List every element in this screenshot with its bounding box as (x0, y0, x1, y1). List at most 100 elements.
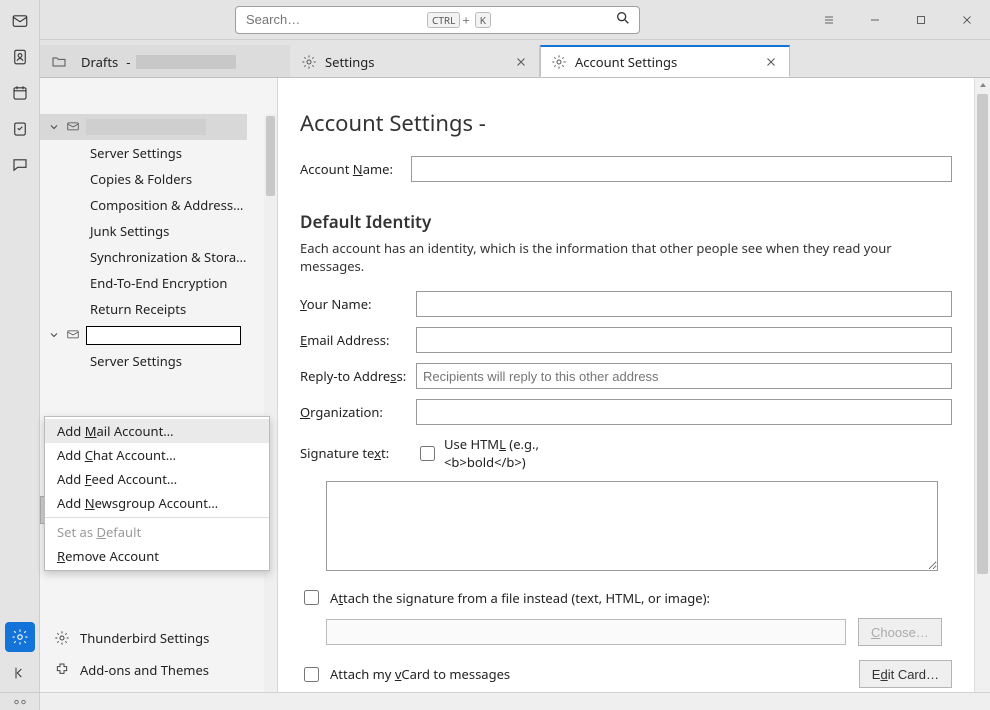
sidebar-item-e2e[interactable]: End-To-End Encryption (40, 270, 247, 296)
account-actions-menu: Add Mail Account…Add Mail Account… Add C… (44, 416, 270, 571)
choose-file-button: Choose… (858, 618, 942, 646)
addons-label: Add-ons and Themes (80, 661, 209, 679)
content-scrollbar[interactable] (974, 78, 990, 692)
tab-account-settings-close[interactable] (763, 54, 779, 70)
calendar-icon (11, 84, 29, 102)
gear-icon (551, 54, 567, 70)
sync-icon (13, 695, 27, 709)
signature-file-input (326, 619, 846, 645)
menu-add-newsgroup-account[interactable]: Add Newsgroup Account…Add Newsgroup Acco… (45, 491, 269, 515)
window-close[interactable] (944, 0, 990, 40)
kbd-plus: + (462, 11, 469, 29)
menu-separator (45, 517, 269, 518)
sidebar-addons[interactable]: Add-ons and Themes (40, 654, 264, 686)
settings-sidebar: Server Settings Copies & Folders Composi… (40, 78, 278, 692)
tab-account-settings[interactable]: Account Settings (540, 45, 790, 77)
gear-icon (301, 54, 317, 70)
org-label: Organization: (300, 403, 416, 421)
sidebar-scrollbar[interactable] (264, 114, 277, 692)
attach-vcard-checkbox[interactable] (304, 667, 319, 682)
use-html-checkbox[interactable] (420, 446, 435, 461)
tab-drafts-label: Drafts (81, 53, 118, 71)
menu-remove-account[interactable]: Remove AccountRemove Account (45, 544, 269, 568)
spaces-toolbar (0, 0, 40, 710)
org-input[interactable] (416, 399, 952, 425)
edit-card-button[interactable]: Edit Card… (859, 660, 952, 688)
sidebar-item-return-receipts[interactable]: Return Receipts (40, 296, 247, 322)
minimize-icon (869, 14, 881, 26)
default-identity-heading: Default Identity (300, 210, 952, 233)
addressbook-space[interactable] (5, 42, 35, 72)
tab-settings-label: Settings (325, 53, 374, 71)
tab-drafts[interactable]: Drafts - (40, 45, 290, 77)
menu-add-chat-account[interactable]: Add Chat Account…Add Chat Account… (45, 443, 269, 467)
chat-space[interactable] (5, 150, 35, 180)
email-input[interactable] (416, 327, 952, 353)
collapse-spaces[interactable] (5, 658, 35, 688)
search-input[interactable] (244, 11, 424, 28)
use-html-label: Use HTML (e.g., <b>bold</b>) (444, 435, 560, 471)
mail-icon (11, 12, 29, 30)
kbd-k: K (475, 12, 491, 28)
tab-settings-close[interactable] (513, 54, 529, 70)
thunderbird-settings-label: Thunderbird Settings (80, 629, 209, 647)
menu-add-mail-account[interactable]: Add Mail Account…Add Mail Account… (45, 419, 269, 443)
app-menu-button[interactable] (806, 0, 852, 40)
sidebar-item-junk[interactable]: Junk Settings (40, 218, 247, 244)
mailserver-icon (66, 328, 80, 342)
account-2-name-editbox[interactable] (86, 326, 241, 345)
gear-icon (54, 630, 70, 646)
addressbook-icon (11, 48, 29, 66)
tasks-icon (11, 120, 29, 138)
search-icon[interactable] (615, 10, 631, 30)
email-label: Email Address: (300, 331, 416, 349)
page-title: Account Settings - (300, 108, 952, 138)
addon-icon (54, 662, 70, 678)
your-name-label: Your Name: (300, 295, 416, 313)
sidebar-item-server-settings[interactable]: Server Settings (40, 140, 247, 166)
sidebar-item-server-settings-2[interactable]: Server Settings (40, 348, 247, 374)
chat-icon (11, 156, 29, 174)
replyto-input[interactable] (416, 363, 952, 389)
account-1-header[interactable] (40, 114, 247, 140)
mail-space[interactable] (5, 6, 35, 36)
title-bar: CTRL + K (0, 0, 990, 40)
menu-add-feed-account[interactable]: Add Feed Account…Add Feed Account… (45, 467, 269, 491)
folder-icon (51, 54, 67, 70)
tasks-space[interactable] (5, 114, 35, 144)
settings-space[interactable] (5, 622, 35, 652)
redacted-account (136, 55, 236, 69)
chevron-down-icon (48, 329, 60, 341)
account-2-header[interactable] (40, 322, 247, 348)
main-area: Server Settings Copies & Folders Composi… (40, 78, 974, 692)
global-search[interactable]: CTRL + K (235, 6, 640, 34)
attach-file-label: Attach the signature from a file instead… (330, 589, 710, 607)
chevron-down-icon (48, 121, 60, 133)
sidebar-item-sync-storage[interactable]: Synchronization & Stora… (40, 244, 247, 270)
scrollbar-thumb[interactable] (977, 94, 988, 574)
sync-indicator (0, 692, 39, 710)
sidebar-item-copies-folders[interactable]: Copies & Folders (40, 166, 247, 192)
default-identity-desc: Each account has an identity, which is t… (300, 239, 952, 275)
menu-set-default: Set as DefaultSet as Default (45, 520, 269, 544)
window-minimize[interactable] (852, 0, 898, 40)
gear-icon (11, 628, 29, 646)
sidebar-thunderbird-settings[interactable]: Thunderbird Settings (40, 622, 264, 654)
calendar-space[interactable] (5, 78, 35, 108)
account-name-input[interactable] (411, 156, 952, 182)
tab-strip: Drafts - Settings Account Settings (40, 40, 990, 78)
signature-label: Signature text: (300, 444, 416, 462)
replyto-label: Reply-to Address: (300, 367, 416, 385)
attach-vcard-label: Attach my vCard to messages (330, 665, 510, 683)
signature-textarea[interactable] (326, 481, 938, 571)
close-icon (961, 14, 973, 26)
collapse-icon (12, 665, 28, 681)
sidebar-item-composition[interactable]: Composition & Address… (40, 192, 247, 218)
tab-settings[interactable]: Settings (290, 45, 540, 77)
tab-account-settings-label: Account Settings (575, 53, 677, 71)
account-name-label: Account Name: (300, 160, 411, 178)
window-maximize[interactable] (898, 0, 944, 40)
your-name-input[interactable] (416, 291, 952, 317)
content-pane: Account Settings - Account Name:Account … (278, 78, 974, 692)
attach-file-checkbox[interactable] (304, 590, 319, 605)
